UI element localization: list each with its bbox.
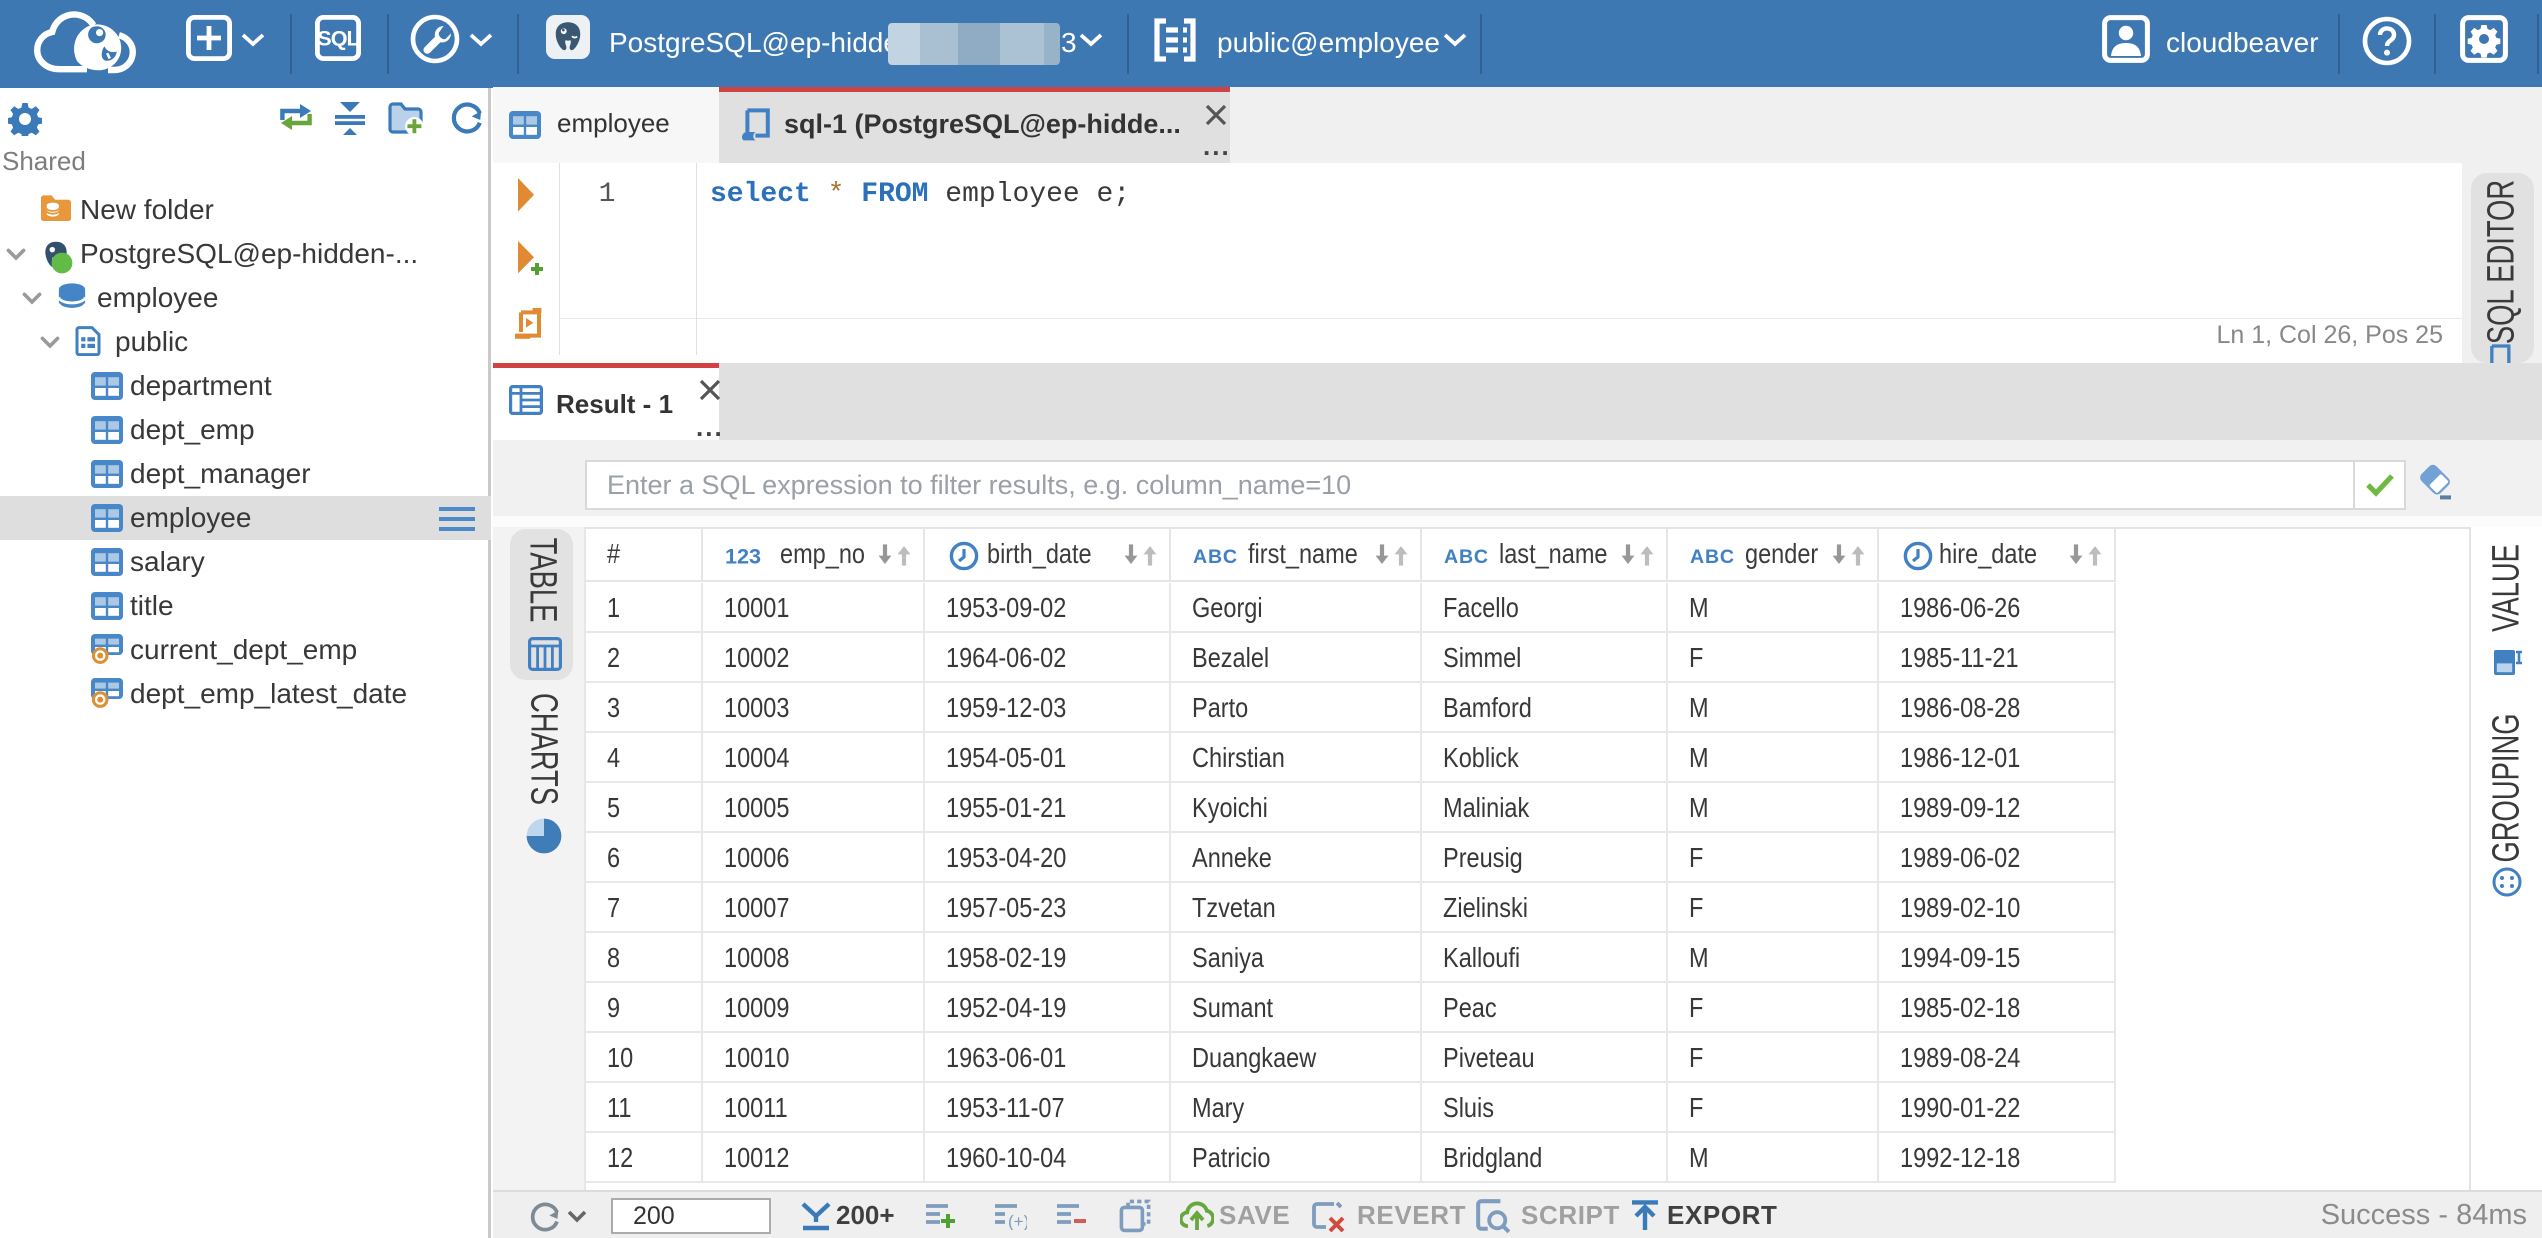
svg-text:SQL: SQL — [317, 26, 359, 51]
svg-text:123: 123 — [725, 544, 761, 566]
svg-text:(+): (+) — [1008, 1212, 1027, 1230]
svg-text:ABC: ABC — [1690, 546, 1735, 566]
svg-text:ABC: ABC — [1444, 546, 1489, 566]
svg-text:ABC: ABC — [1193, 546, 1238, 566]
